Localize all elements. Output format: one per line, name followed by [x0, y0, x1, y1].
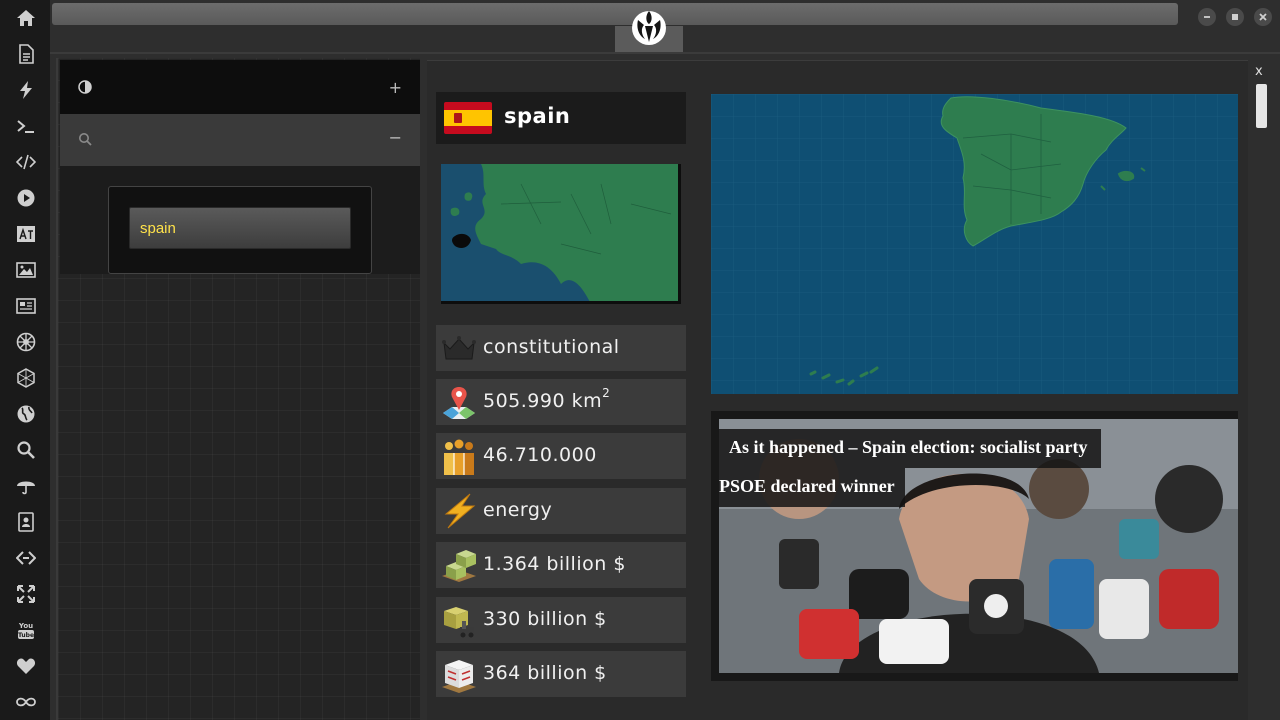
- app-window: You Tube + − spain x spain constitutiona…: [0, 0, 1280, 720]
- youtube-icon[interactable]: You Tube: [13, 617, 39, 643]
- search-icon[interactable]: [13, 437, 39, 463]
- export-value: 330 billion $: [483, 608, 607, 630]
- news-headline-line-1[interactable]: As it happened – Spain election: sociali…: [719, 429, 1101, 468]
- contrast-icon[interactable]: [78, 80, 92, 94]
- home-icon[interactable]: [13, 5, 39, 31]
- panel-close-button[interactable]: x: [1255, 64, 1263, 79]
- play-icon[interactable]: [13, 185, 39, 211]
- import-value: 364 billion $: [483, 662, 607, 684]
- contacts-icon[interactable]: [13, 509, 39, 535]
- country-search-input[interactable]: spain: [129, 207, 351, 249]
- population-value: 46.710.000: [483, 444, 597, 466]
- translate-icon[interactable]: [13, 221, 39, 247]
- gdp-icon: [442, 550, 476, 582]
- minimize-button[interactable]: [1198, 8, 1216, 26]
- export-icon: [444, 607, 474, 638]
- search-panel: + − spain: [56, 58, 420, 720]
- world-mini-map[interactable]: [441, 164, 681, 304]
- add-button[interactable]: +: [389, 78, 402, 97]
- terminal-icon[interactable]: [13, 113, 39, 139]
- search-header: −: [60, 114, 420, 166]
- image-icon[interactable]: [13, 257, 39, 283]
- population-icon: [444, 439, 474, 475]
- svg-text:You: You: [18, 622, 33, 630]
- svg-text:Tube: Tube: [18, 632, 34, 639]
- area-stat: 505.990 km2: [436, 379, 686, 425]
- document-icon[interactable]: [13, 41, 39, 67]
- country-map[interactable]: [711, 94, 1238, 394]
- search-box: spain: [108, 186, 372, 274]
- export-stat: 330 billion $: [436, 597, 686, 643]
- collapse-button[interactable]: −: [389, 128, 402, 147]
- lightning-icon[interactable]: [13, 77, 39, 103]
- crown-icon: [442, 336, 476, 360]
- map-pin-icon: [443, 387, 475, 419]
- area-value: 505.990 km2: [483, 386, 611, 412]
- newspaper-icon[interactable]: [13, 293, 39, 319]
- news-headline-line-2[interactable]: PSOE declared winner: [719, 468, 905, 507]
- logo-tab[interactable]: [615, 0, 683, 52]
- link-icon[interactable]: [13, 545, 39, 571]
- expand-icon[interactable]: [13, 581, 39, 607]
- rebel-alliance-icon: [632, 11, 666, 45]
- heart-icon[interactable]: [13, 653, 39, 679]
- import-stat: 364 billion $: [436, 651, 686, 697]
- code-icon[interactable]: [13, 149, 39, 175]
- gdp-stat: 1.364 billion $: [436, 542, 686, 588]
- scrollbar[interactable]: [1256, 84, 1267, 128]
- population-stat: 46.710.000: [436, 433, 686, 479]
- empire-icon[interactable]: [13, 329, 39, 355]
- country-header: spain: [436, 92, 686, 144]
- government-value: constitutional: [483, 336, 620, 358]
- infinity-icon[interactable]: [13, 689, 39, 715]
- energy-value: energy: [483, 499, 553, 521]
- spain-flag-icon: [444, 102, 492, 134]
- divider: [50, 52, 1280, 54]
- energy-icon: [444, 493, 476, 529]
- maximize-button[interactable]: [1226, 8, 1244, 26]
- energy-stat: energy: [436, 488, 686, 534]
- gdp-value: 1.364 billion $: [483, 553, 626, 575]
- close-button[interactable]: [1254, 8, 1272, 26]
- government-stat: constitutional: [436, 325, 686, 371]
- import-icon: [442, 660, 476, 693]
- umbrella-icon[interactable]: [13, 473, 39, 499]
- icon-rail: You Tube: [0, 0, 50, 720]
- panel-header: +: [60, 60, 420, 114]
- search-icon[interactable]: [78, 132, 92, 146]
- country-name: spain: [504, 104, 571, 128]
- globe-icon[interactable]: [13, 401, 39, 427]
- hexagon-icon[interactable]: [13, 365, 39, 391]
